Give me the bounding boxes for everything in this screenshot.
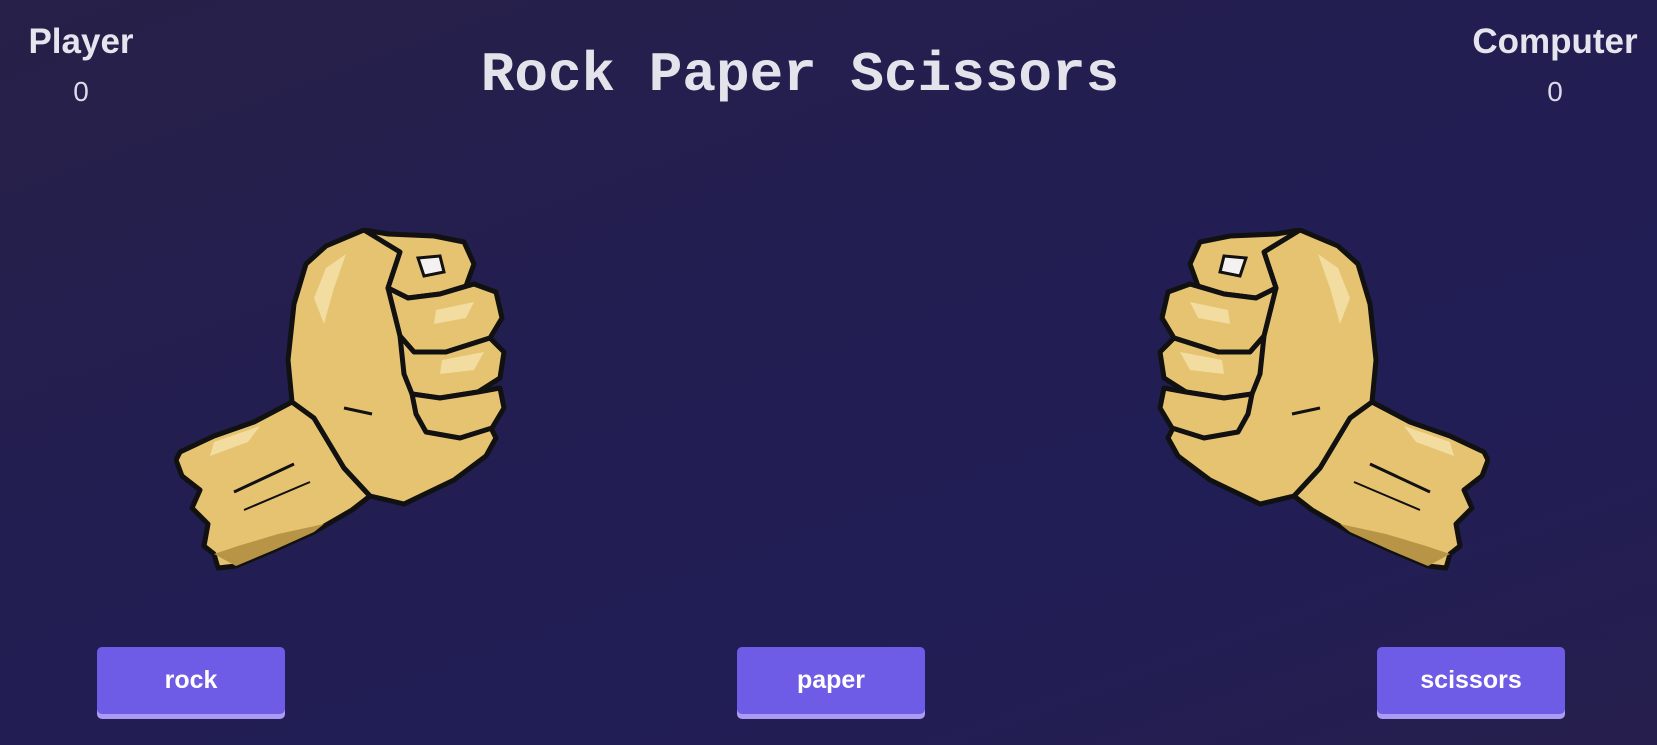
computer-hand-fist-icon xyxy=(1128,228,1490,592)
fist-icon xyxy=(174,228,507,571)
fist-icon xyxy=(1157,228,1490,571)
paper-button[interactable]: paper xyxy=(737,647,925,714)
game-title: Rock Paper Scissors xyxy=(480,43,1120,107)
computer-label: Computer xyxy=(1472,22,1638,61)
player-hand-fist-icon xyxy=(174,228,536,592)
computer-score-panel: Computer 0 xyxy=(1467,22,1643,108)
rock-button[interactable]: rock xyxy=(97,647,285,714)
scissors-button[interactable]: scissors xyxy=(1377,647,1565,714)
computer-score: 0 xyxy=(1547,76,1563,107)
